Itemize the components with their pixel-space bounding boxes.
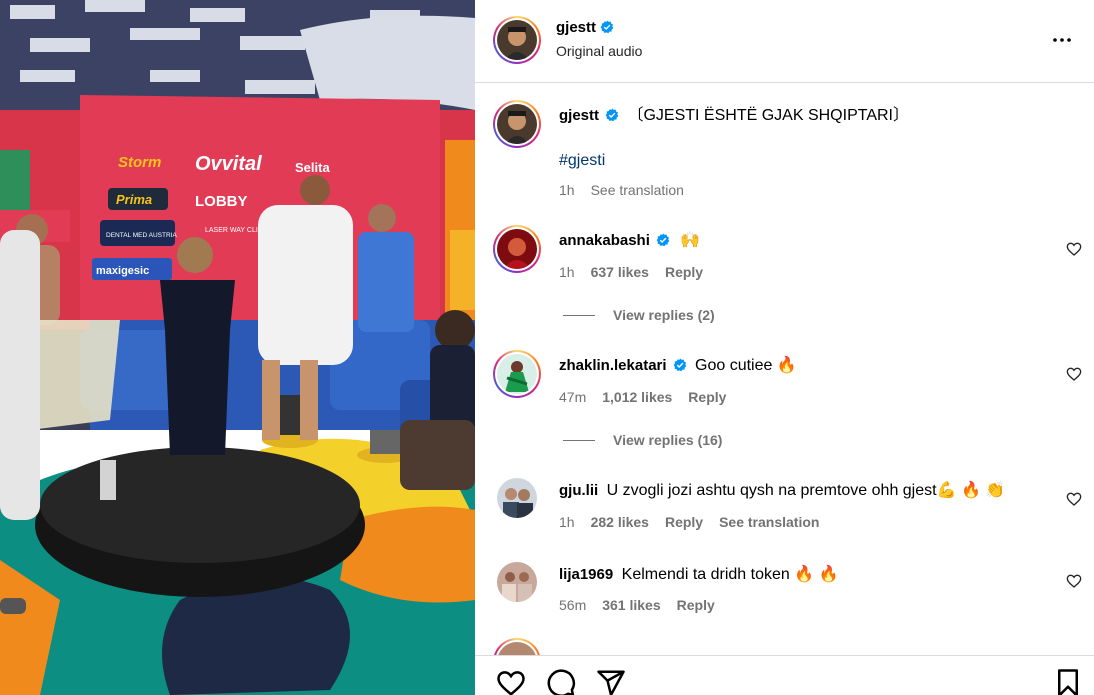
author-username[interactable]: gjestt	[556, 19, 596, 36]
replies-divider	[563, 314, 595, 316]
reply-button[interactable]: Reply	[688, 389, 726, 405]
comment-meta: 47m 1,012 likes Reply	[559, 389, 742, 405]
audio-label[interactable]: Original audio	[556, 43, 642, 59]
action-bar	[475, 655, 1094, 695]
post-video[interactable]: Storm Ovvital Selita Prima LOBBY DENTAL …	[0, 0, 475, 695]
comment-meta: 1h 282 likes Reply See translation	[559, 514, 835, 530]
bookmark-icon[interactable]	[1053, 668, 1083, 695]
comment-likes[interactable]: 1,012 likes	[602, 389, 672, 405]
comment-username[interactable]: zhaklin.lekatari	[559, 357, 667, 374]
comment-text: 🙌	[680, 232, 701, 249]
comment-time: 56m	[559, 597, 587, 613]
svg-text:DENTAL MED AUSTRIA: DENTAL MED AUSTRIA	[106, 232, 177, 239]
comment-text: Kelmendi ta dridh token 🔥 🔥	[621, 566, 839, 583]
comment-body: annakabashi 🙌	[559, 231, 700, 251]
author-avatar[interactable]	[493, 16, 541, 64]
heart-icon[interactable]	[1066, 573, 1082, 589]
reply-button[interactable]: Reply	[665, 514, 703, 530]
view-replies-label: View replies (16)	[613, 432, 723, 448]
more-options-icon[interactable]	[1050, 28, 1074, 52]
comment-body: lija1969 Kelmendi ta dridh token 🔥 🔥	[559, 565, 839, 585]
heart-icon[interactable]	[1066, 491, 1082, 507]
comment-time: 1h	[559, 514, 575, 530]
caption-hashtag[interactable]: #gjesti	[559, 152, 605, 170]
heart-icon[interactable]	[1066, 241, 1082, 257]
comment-likes[interactable]: 282 likes	[591, 514, 649, 530]
verified-badge-icon	[605, 108, 619, 122]
svg-text:Selita: Selita	[295, 160, 330, 175]
verified-badge-icon	[656, 233, 670, 247]
comment-username[interactable]: gju.lii	[559, 482, 598, 499]
share-icon[interactable]	[596, 668, 626, 695]
svg-text:Storm: Storm	[118, 154, 161, 171]
verified-badge-icon	[600, 20, 614, 34]
caption-time: 1h	[559, 182, 575, 198]
svg-text:Prima: Prima	[116, 192, 152, 207]
view-replies-button[interactable]: View replies (16)	[563, 432, 722, 448]
caption-meta: 1h See translation	[559, 182, 700, 198]
caption-text: 〔GJESTI ËSHTË GJAK SHQIPTARI〕	[627, 107, 909, 124]
comment-avatar-gjulii[interactable]	[497, 478, 537, 518]
heart-icon[interactable]	[496, 668, 526, 695]
comment-time: 47m	[559, 389, 587, 405]
verified-badge-icon	[673, 358, 686, 372]
comment-avatar-lija1969[interactable]	[497, 562, 537, 602]
svg-text:maxigesic: maxigesic	[96, 265, 149, 277]
author-info: gjestt Original audio	[556, 19, 642, 59]
post-panel: gjestt Original audio gjestt 〔GJESTI ËSH…	[475, 0, 1094, 695]
comment-body: zhaklin.lekatari Goo cutiee 🔥	[559, 356, 797, 376]
reply-button[interactable]: Reply	[677, 597, 715, 613]
video-frame: Storm Ovvital Selita Prima LOBBY DENTAL …	[0, 0, 475, 695]
comment-username[interactable]: annakabashi	[559, 232, 650, 249]
comment-meta: 56m 361 likes Reply	[559, 597, 731, 613]
comment-text: Goo cutiee 🔥	[695, 357, 797, 374]
comment-avatar-zhaklin[interactable]	[493, 350, 541, 398]
caption-author-avatar[interactable]	[493, 100, 541, 148]
view-replies-button[interactable]: View replies (2)	[563, 307, 715, 323]
comment-username[interactable]: lija1969	[559, 566, 613, 583]
comment-meta: 1h 637 likes Reply	[559, 264, 719, 280]
post-caption: gjestt 〔GJESTI ËSHTË GJAK SHQIPTARI〕	[559, 106, 909, 126]
comment-time: 1h	[559, 264, 575, 280]
post-header: gjestt Original audio	[475, 0, 1094, 83]
reply-button[interactable]: Reply	[665, 264, 703, 280]
comment-avatar-annakabashi[interactable]	[493, 225, 541, 273]
svg-text:LOBBY: LOBBY	[195, 193, 248, 210]
comment-icon[interactable]	[546, 668, 576, 695]
see-translation-link[interactable]: See translation	[719, 514, 819, 530]
comment-likes[interactable]: 637 likes	[591, 264, 649, 280]
see-translation-link[interactable]: See translation	[591, 182, 684, 198]
caption-username[interactable]: gjestt	[559, 107, 599, 124]
heart-icon[interactable]	[1066, 366, 1082, 382]
comment-likes[interactable]: 361 likes	[602, 597, 660, 613]
comment-text: U zvogli jozi ashtu qysh na premtove ohh…	[606, 482, 1006, 499]
view-replies-label: View replies (2)	[613, 307, 715, 323]
svg-text:Ovvital: Ovvital	[195, 153, 262, 175]
replies-divider	[563, 439, 595, 441]
comment-body: gju.lii U zvogli jozi ashtu qysh na prem…	[559, 481, 1005, 501]
